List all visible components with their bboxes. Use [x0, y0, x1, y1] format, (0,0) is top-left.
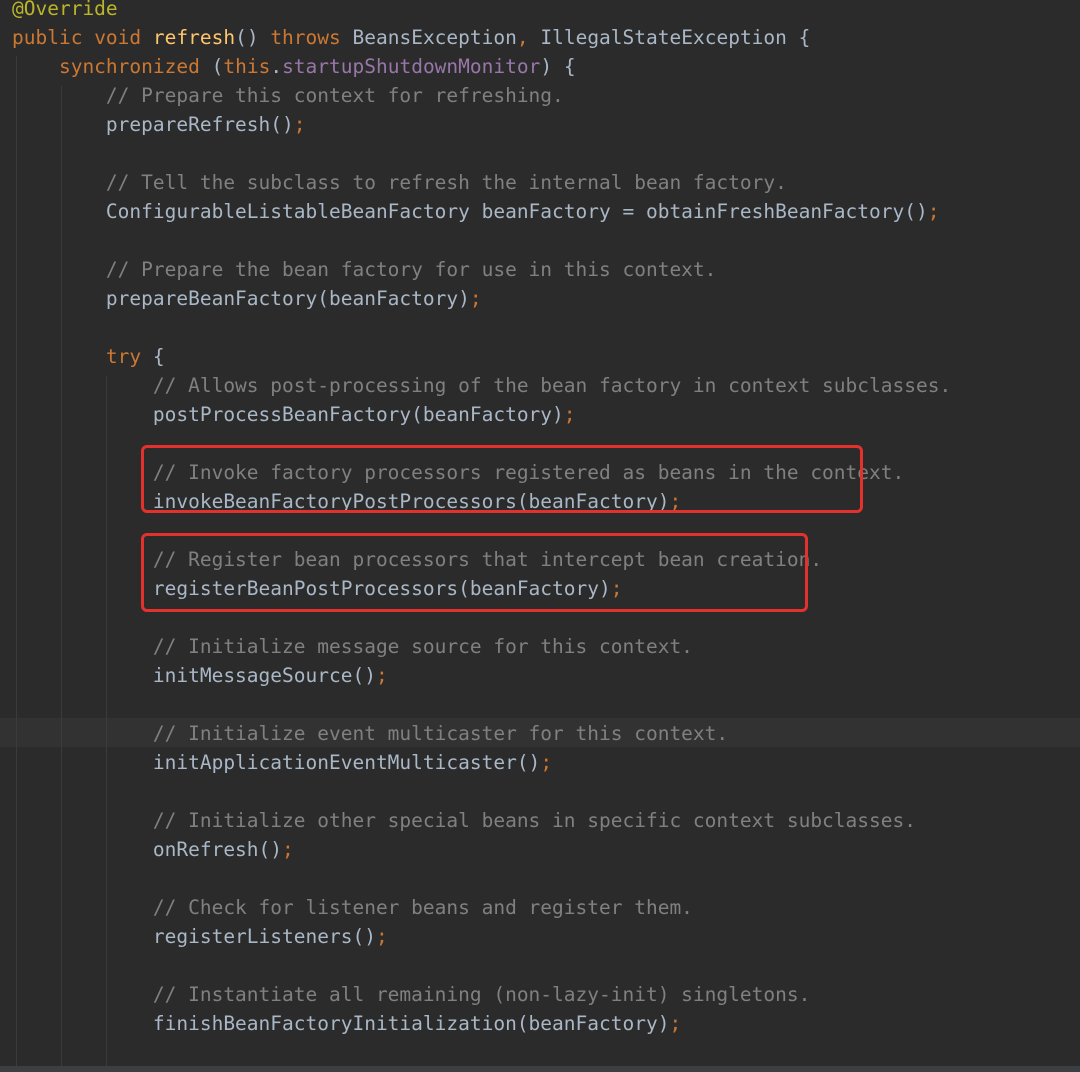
code-line[interactable]: // Tell the subclass to refresh the inte…: [12, 168, 787, 197]
code-line[interactable]: postProcessBeanFactory(beanFactory);: [12, 400, 576, 429]
highlight-box-register-processors: [141, 533, 808, 612]
code-line[interactable]: // Initialize event multicaster for this…: [12, 719, 728, 748]
code-token: {: [152, 345, 165, 368]
code-line[interactable]: @Override: [12, 0, 118, 23]
code-token: ConfigurableListableBeanFactory beanFact…: [12, 200, 928, 223]
code-token: try: [12, 345, 153, 368]
code-line[interactable]: public void refresh() throws BeansExcept…: [12, 23, 810, 52]
code-token: // Prepare the bean factory for use in t…: [12, 258, 717, 281]
code-token: public: [12, 26, 95, 49]
code-line[interactable]: prepareBeanFactory(beanFactory);: [12, 284, 482, 313]
code-line[interactable]: // Initialize message source for this co…: [12, 632, 693, 661]
code-token: IllegalStateException {: [540, 26, 811, 49]
code-token: ;: [540, 751, 553, 774]
code-line[interactable]: prepareRefresh();: [12, 110, 306, 139]
code-line[interactable]: // Allows post-processing of the bean fa…: [12, 371, 951, 400]
code-token: throws: [270, 26, 353, 49]
code-token: ;: [469, 287, 482, 310]
code-token: BeansException: [352, 26, 517, 49]
editor-bottom-border: [0, 1066, 1080, 1072]
code-token: void: [94, 26, 153, 49]
code-token: startupShutdownMonitor: [282, 55, 541, 78]
code-token: // Tell the subclass to refresh the inte…: [12, 171, 787, 194]
code-token: postProcessBeanFactory(beanFactory): [12, 403, 564, 426]
code-line[interactable]: try {: [12, 342, 165, 371]
code-line[interactable]: initMessageSource();: [12, 661, 388, 690]
code-line[interactable]: initApplicationEventMulticaster();: [12, 748, 552, 777]
highlight-box-invoke-processors: [141, 445, 863, 513]
code-line[interactable]: ConfigurableListableBeanFactory beanFact…: [12, 197, 940, 226]
code-line[interactable]: // Instantiate all remaining (non-lazy-i…: [12, 980, 810, 1009]
code-line[interactable]: // Prepare this context for refreshing.: [12, 81, 564, 110]
code-token: ;: [375, 664, 388, 687]
code-token: synchronized: [12, 55, 212, 78]
code-token: ;: [293, 113, 306, 136]
code-token: initApplicationEventMulticaster(): [12, 751, 541, 774]
code-line[interactable]: registerListeners();: [12, 922, 388, 951]
code-token: initMessageSource(): [12, 664, 376, 687]
code-line[interactable]: finishBeanFactoryInitialization(beanFact…: [12, 1009, 681, 1038]
code-token: ;: [563, 403, 576, 426]
code-line[interactable]: // Initialize other special beans in spe…: [12, 806, 916, 835]
code-token: prepareBeanFactory(beanFactory): [12, 287, 470, 310]
code-token: ;: [282, 838, 294, 861]
code-token: // Instantiate all remaining (non-lazy-i…: [12, 983, 811, 1006]
code-token: ) {: [540, 55, 576, 78]
code-editor[interactable]: @Override public void refresh() throws Be…: [0, 0, 1080, 1072]
code-token: (: [211, 55, 224, 78]
code-token: ;: [927, 200, 940, 223]
code-token: // Initialize event multicaster for this…: [12, 722, 729, 745]
code-token: // Check for listener beans and register…: [12, 896, 693, 919]
code-token: (): [235, 26, 271, 49]
code-token: registerListeners(): [12, 925, 376, 948]
code-token: refresh: [152, 26, 236, 49]
code-token: ,: [516, 26, 541, 49]
code-token: finishBeanFactoryInitialization(beanFact…: [12, 1012, 670, 1035]
code-token: // Prepare this context for refreshing.: [12, 84, 564, 107]
code-token: @Override: [12, 0, 118, 20]
code-line[interactable]: // Prepare the bean factory for use in t…: [12, 255, 717, 284]
code-line[interactable]: // Check for listener beans and register…: [12, 893, 693, 922]
code-token: // Allows post-processing of the bean fa…: [12, 374, 952, 397]
code-token: // Initialize message source for this co…: [12, 635, 693, 658]
code-line[interactable]: onRefresh();: [12, 835, 294, 864]
code-token: ;: [669, 1012, 682, 1035]
code-token: prepareRefresh(): [12, 113, 294, 136]
code-token: .: [270, 55, 283, 78]
code-token: ;: [375, 925, 388, 948]
code-line[interactable]: synchronized (this.startupShutdownMonito…: [12, 52, 576, 81]
code-token: onRefresh(): [12, 838, 283, 861]
code-token: this: [223, 55, 271, 78]
code-token: // Initialize other special beans in spe…: [12, 809, 916, 832]
